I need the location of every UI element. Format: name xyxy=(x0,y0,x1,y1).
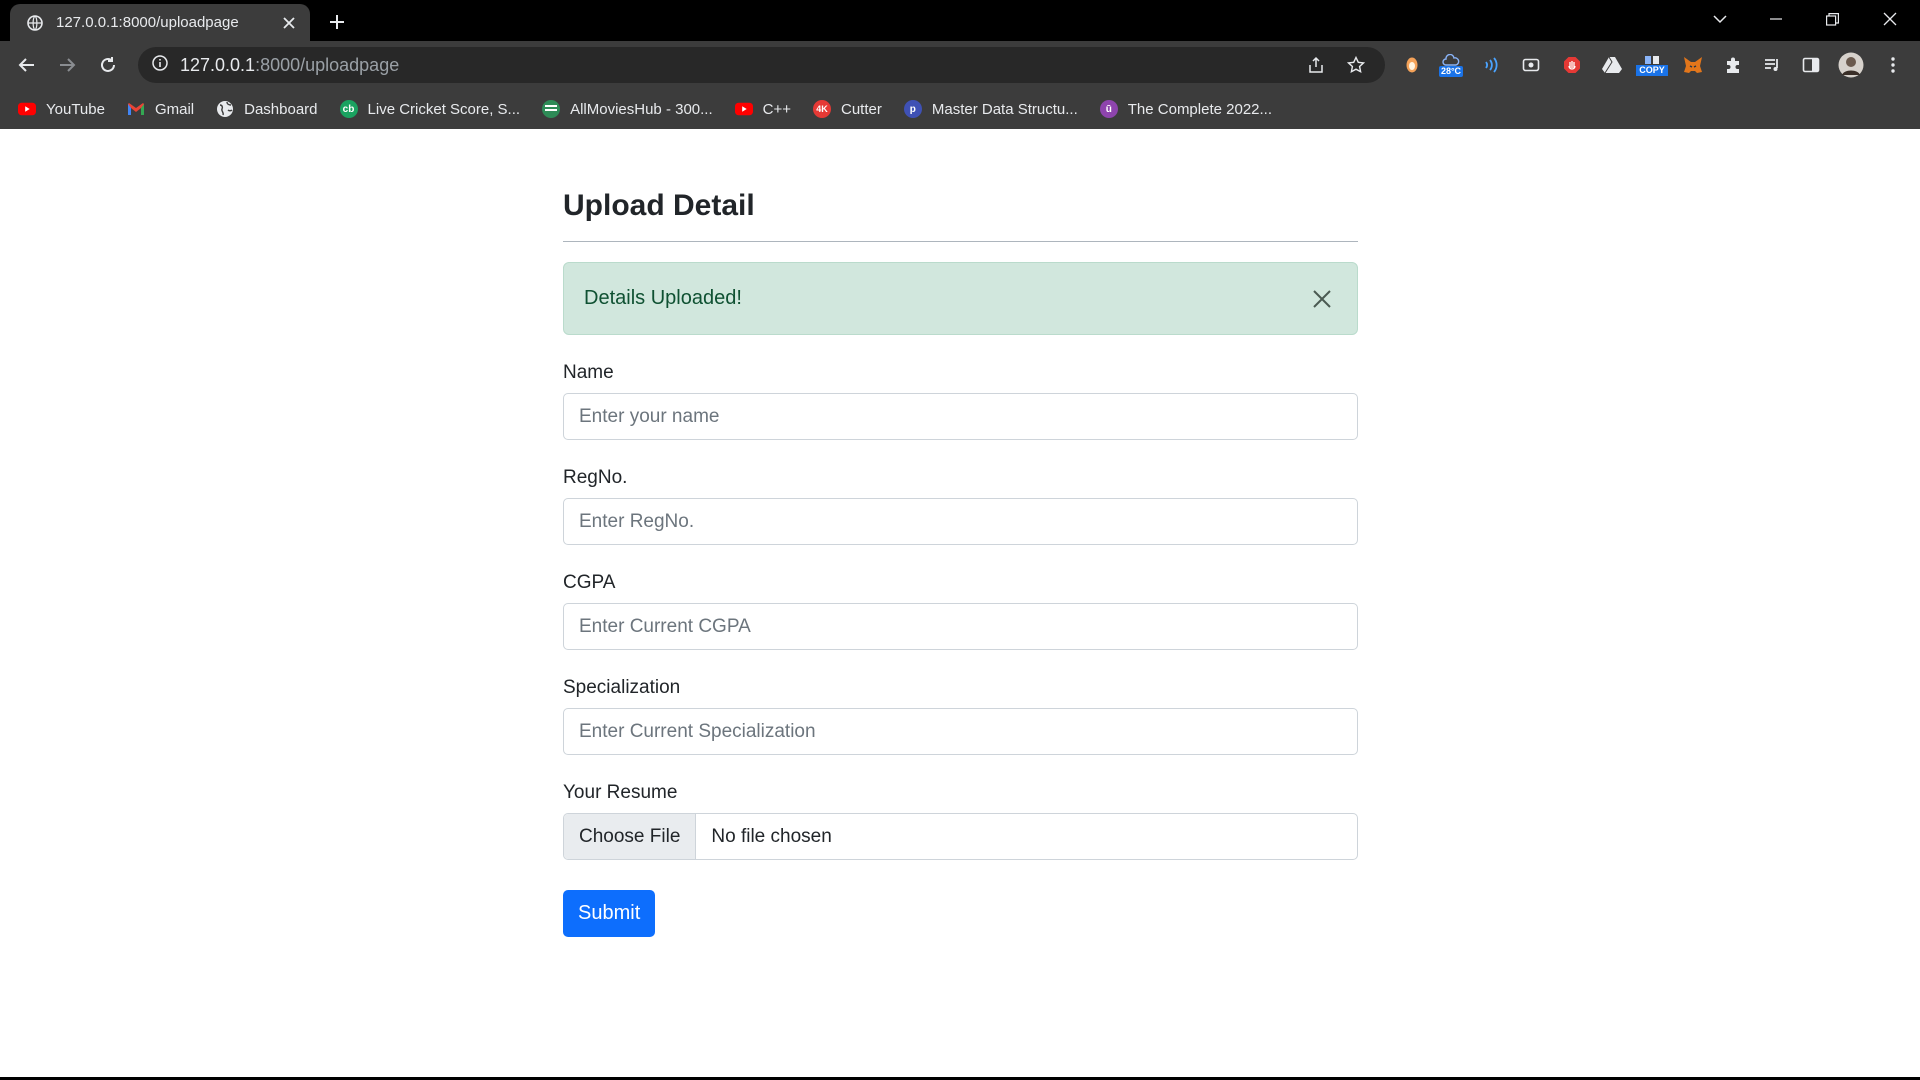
cgpa-label: CGPA xyxy=(563,572,616,593)
address-bar[interactable]: 127.0.0.1:8000/uploadpage xyxy=(138,47,1385,83)
regno-input[interactable] xyxy=(563,498,1358,545)
success-alert: Details Uploaded! xyxy=(563,262,1358,335)
bookmark-gmail[interactable]: Gmail xyxy=(127,95,194,123)
regno-field-group: RegNo. xyxy=(563,464,1358,545)
gmail-icon xyxy=(127,100,145,118)
minimize-button[interactable] xyxy=(1748,0,1804,38)
title-divider xyxy=(563,241,1358,242)
back-arrow-icon[interactable] xyxy=(12,50,42,80)
alert-message: Details Uploaded! xyxy=(584,287,742,309)
profile-avatar[interactable] xyxy=(1836,50,1866,80)
new-tab-button[interactable] xyxy=(322,8,352,36)
share-icon[interactable] xyxy=(1301,50,1331,80)
tab-title: 127.0.0.1:8000/uploadpage xyxy=(56,14,239,31)
info-icon[interactable] xyxy=(152,54,168,76)
allmovieshub-icon xyxy=(542,100,561,118)
read-aloud-icon[interactable] xyxy=(1476,50,1506,80)
bookmark-allmovieshub[interactable]: AllMoviesHub - 300... xyxy=(542,95,713,123)
specialization-input[interactable] xyxy=(563,708,1358,755)
specialization-field-group: Specialization xyxy=(563,674,1358,755)
pepcoding-icon: p xyxy=(903,100,922,118)
bookmark-label: C++ xyxy=(762,100,791,118)
bookmark-label: Gmail xyxy=(154,100,195,118)
youtube-icon xyxy=(18,100,36,118)
4k-icon: 4K xyxy=(813,100,831,118)
restore-button[interactable] xyxy=(1804,0,1860,38)
cgpa-input[interactable] xyxy=(563,603,1358,650)
resume-label: Your Resume xyxy=(563,782,678,803)
copy-badge: COPY xyxy=(1636,64,1668,76)
extension-icon[interactable] xyxy=(1397,50,1427,80)
resume-field-group: Your Resume Choose File No file chosen xyxy=(563,779,1358,860)
screen-capture-icon[interactable] xyxy=(1516,50,1546,80)
bookmark-label: Cutter xyxy=(841,100,882,118)
bookmark-live-cricket[interactable]: cb Live Cricket Score, S... xyxy=(339,95,521,123)
copy-extension-icon[interactable]: COPY xyxy=(1636,50,1668,80)
bookmark-star-icon[interactable] xyxy=(1341,50,1371,80)
bookmarks-bar: YouTube Gmail Dashboard cb Live Cricket … xyxy=(0,89,1920,129)
globe-icon xyxy=(26,14,44,32)
name-field-group: Name xyxy=(563,359,1358,440)
cgpa-field-group: CGPA xyxy=(563,569,1358,650)
name-input[interactable] xyxy=(563,393,1358,440)
bookmark-label: Dashboard xyxy=(244,100,318,118)
page-content: Upload Detail Details Uploaded! Name Reg… xyxy=(0,129,1920,1077)
close-window-button[interactable] xyxy=(1862,0,1918,38)
adblock-icon[interactable] xyxy=(1557,50,1587,80)
upload-form-container: Upload Detail Details Uploaded! Name Reg… xyxy=(563,129,1358,937)
browser-toolbar: 127.0.0.1:8000/uploadpage 28°C COPY xyxy=(0,41,1920,89)
bookmark-label: Master Data Structu... xyxy=(931,100,1078,118)
media-queue-icon[interactable] xyxy=(1757,50,1787,80)
submit-button[interactable]: Submit xyxy=(563,890,656,937)
bookmark-dashboard[interactable]: Dashboard xyxy=(216,95,318,123)
drive-icon[interactable] xyxy=(1597,50,1627,80)
file-status: No file chosen xyxy=(711,825,832,847)
close-tab-icon[interactable] xyxy=(278,12,300,34)
weather-temp: 28°C xyxy=(1438,65,1464,77)
browser-tab[interactable]: 127.0.0.1:8000/uploadpage xyxy=(10,4,310,41)
forward-arrow-icon[interactable] xyxy=(52,50,82,80)
bookmark-master-data-structures[interactable]: p Master Data Structu... xyxy=(903,95,1078,123)
upload-form: Name RegNo. CGPA Specialization Your Res… xyxy=(563,359,1358,937)
bookmark-label: YouTube xyxy=(46,100,105,118)
weather-icon[interactable]: 28°C xyxy=(1436,50,1466,80)
more-menu-icon[interactable] xyxy=(1878,50,1908,80)
choose-file-button[interactable]: Choose File xyxy=(564,814,697,859)
cricbuzz-icon: cb xyxy=(339,100,358,118)
bookmark-cutter[interactable]: 4K Cutter xyxy=(813,95,882,123)
close-icon[interactable] xyxy=(1307,284,1337,314)
udemy-icon: ū xyxy=(1099,100,1118,118)
page-title: Upload Detail xyxy=(563,189,755,222)
metamask-fox-icon[interactable] xyxy=(1678,50,1708,80)
regno-label: RegNo. xyxy=(563,467,628,488)
extensions-puzzle-icon[interactable] xyxy=(1718,50,1748,80)
name-label: Name xyxy=(563,362,614,383)
bookmark-youtube[interactable]: YouTube xyxy=(18,95,105,123)
resume-file-input[interactable]: Choose File No file chosen xyxy=(563,813,1358,860)
reload-icon[interactable] xyxy=(93,50,123,80)
bookmark-label: The Complete 2022... xyxy=(1127,100,1273,118)
url-text[interactable]: 127.0.0.1:8000/uploadpage xyxy=(180,55,1291,76)
bookmark-label: Live Cricket Score, S... xyxy=(367,100,521,118)
url-host: 127.0.0.1 xyxy=(180,54,256,75)
tab-strip: 127.0.0.1:8000/uploadpage xyxy=(0,0,1920,41)
side-panel-icon[interactable] xyxy=(1796,50,1826,80)
url-path: :8000/uploadpage xyxy=(255,54,400,75)
bookmark-cpp[interactable]: C++ xyxy=(734,95,791,123)
bookmark-label: AllMoviesHub - 300... xyxy=(570,100,713,118)
youtube-icon xyxy=(734,100,753,118)
specialization-label: Specialization xyxy=(563,677,681,698)
tab-search-icon[interactable] xyxy=(1692,0,1748,38)
bookmark-complete-2022[interactable]: ū The Complete 2022... xyxy=(1099,95,1273,123)
globe-icon xyxy=(216,100,234,118)
